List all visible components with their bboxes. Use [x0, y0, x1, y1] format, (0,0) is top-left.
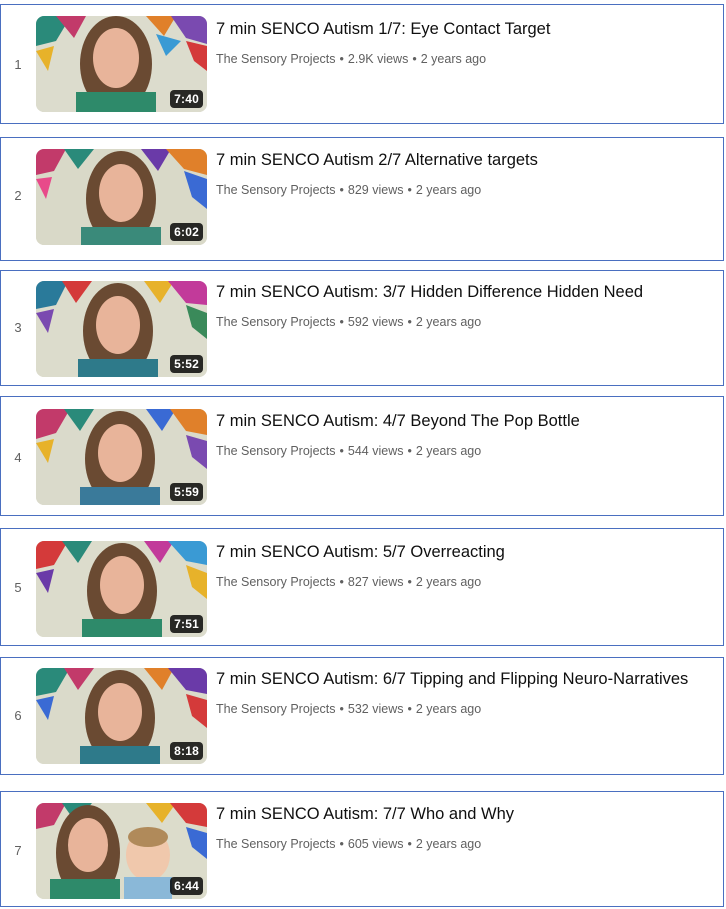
meta-separator: • [339, 52, 344, 66]
video-title[interactable]: 7 min SENCO Autism: 7/7 Who and Why [216, 803, 717, 825]
upload-age: 2 years ago [415, 837, 482, 851]
video-meta: The Sensory Projects • 2.9K views • 2 years … [216, 50, 486, 68]
video-title[interactable]: 7 min SENCO Autism: 4/7 Beyond The Pop B… [216, 410, 717, 432]
video-meta: The Sensory Projects • 605 views • 2 years a… [216, 835, 481, 853]
upload-age: 2 years ago [415, 575, 482, 589]
video-thumbnail[interactable]: 5:59 [36, 409, 207, 505]
item-index: 5 [14, 580, 22, 595]
meta-separator: • [412, 52, 417, 66]
video-thumbnail[interactable]: 6:44 [36, 803, 207, 899]
video-duration: 6:02 [170, 223, 203, 241]
video-duration: 7:51 [170, 615, 203, 633]
meta-separator: • [339, 575, 344, 589]
channel-name[interactable]: The Sensory Projects [216, 183, 336, 197]
video-meta: The Sensory Projects • 544 views • 2 years a… [216, 442, 481, 460]
video-title[interactable]: 7 min SENCO Autism 1/7: Eye Contact Targ… [216, 18, 717, 40]
video-title[interactable]: 7 min SENCO Autism: 3/7 Hidden Differenc… [216, 281, 717, 303]
upload-age: 2 years ago [415, 702, 482, 716]
video-thumbnail[interactable]: 8:18 [36, 668, 207, 764]
upload-age: 2 years ago [415, 183, 482, 197]
channel-name[interactable]: The Sensory Projects [216, 702, 336, 716]
playlist-item[interactable]: 6 8:18 7 min SENCO Autism: 6/7 Tipping a… [0, 657, 724, 775]
video-thumbnail[interactable]: 6:02 [36, 149, 207, 245]
meta-separator: • [339, 702, 344, 716]
upload-age: 2 years ago [415, 444, 482, 458]
view-count: 2.9K views [347, 52, 409, 66]
item-index: 1 [14, 57, 22, 72]
video-meta: The Sensory Projects • 592 views • 2 years a… [216, 313, 481, 331]
channel-name[interactable]: The Sensory Projects [216, 444, 336, 458]
item-index: 2 [14, 188, 22, 203]
meta-separator: • [407, 315, 412, 329]
video-duration: 5:59 [170, 483, 203, 501]
channel-name[interactable]: The Sensory Projects [216, 575, 336, 589]
video-duration: 5:52 [170, 355, 203, 373]
video-title[interactable]: 7 min SENCO Autism: 6/7 Tipping and Flip… [216, 668, 717, 690]
video-meta: The Sensory Projects • 829 views • 2 years a… [216, 181, 481, 199]
meta-separator: • [407, 444, 412, 458]
view-count: 829 views [347, 183, 404, 197]
channel-name[interactable]: The Sensory Projects [216, 315, 336, 329]
video-meta: The Sensory Projects • 532 views • 2 years a… [216, 700, 481, 718]
video-thumbnail[interactable]: 7:51 [36, 541, 207, 637]
meta-separator: • [407, 183, 412, 197]
upload-age: 2 years ago [415, 315, 482, 329]
video-duration: 7:40 [170, 90, 203, 108]
meta-separator: • [339, 183, 344, 197]
video-title[interactable]: 7 min SENCO Autism 2/7 Alternative targe… [216, 149, 717, 171]
meta-separator: • [339, 444, 344, 458]
view-count: 592 views [347, 315, 404, 329]
playlist-item[interactable]: 4 5:59 7 min SENCO Autism: 4/7 Beyond Th… [0, 396, 724, 516]
item-index: 6 [14, 708, 22, 723]
meta-separator: • [339, 315, 344, 329]
video-duration: 8:18 [170, 742, 203, 760]
meta-separator: • [407, 702, 412, 716]
channel-name[interactable]: The Sensory Projects [216, 52, 336, 66]
view-count: 827 views [347, 575, 404, 589]
playlist-item[interactable]: 2 6:02 7 min SENCO Autism 2/7 Alternativ… [0, 137, 724, 261]
playlist-item[interactable]: 1 7:40 7 min SENCO Autism 1/7: Eye Conta… [0, 4, 724, 124]
view-count: 532 views [347, 702, 404, 716]
meta-separator: • [407, 575, 412, 589]
item-index: 3 [14, 320, 22, 335]
video-title[interactable]: 7 min SENCO Autism: 5/7 Overreacting [216, 541, 717, 563]
video-thumbnail[interactable]: 7:40 [36, 16, 207, 112]
playlist-item[interactable]: 7 6:44 7 min SENCO Autism: 7/7 Who and W… [0, 791, 724, 907]
playlist-item[interactable]: 3 5:52 7 min SENCO Autism: 3/7 Hidden Di… [0, 270, 724, 386]
view-count: 605 views [347, 837, 404, 851]
item-index: 4 [14, 450, 22, 465]
video-thumbnail[interactable]: 5:52 [36, 281, 207, 377]
item-index: 7 [14, 843, 22, 858]
video-meta: The Sensory Projects • 827 views • 2 years a… [216, 573, 481, 591]
playlist-item[interactable]: 5 7:51 7 min SENCO Autism: 5/7 Overreact… [0, 528, 724, 646]
view-count: 544 views [347, 444, 404, 458]
meta-separator: • [339, 837, 344, 851]
playlist: 1 7:40 7 min SENCO Autism 1/7: Eye Conta… [0, 0, 726, 909]
channel-name[interactable]: The Sensory Projects [216, 837, 336, 851]
upload-age: 2 years ago [420, 52, 487, 66]
video-duration: 6:44 [170, 877, 203, 895]
meta-separator: • [407, 837, 412, 851]
